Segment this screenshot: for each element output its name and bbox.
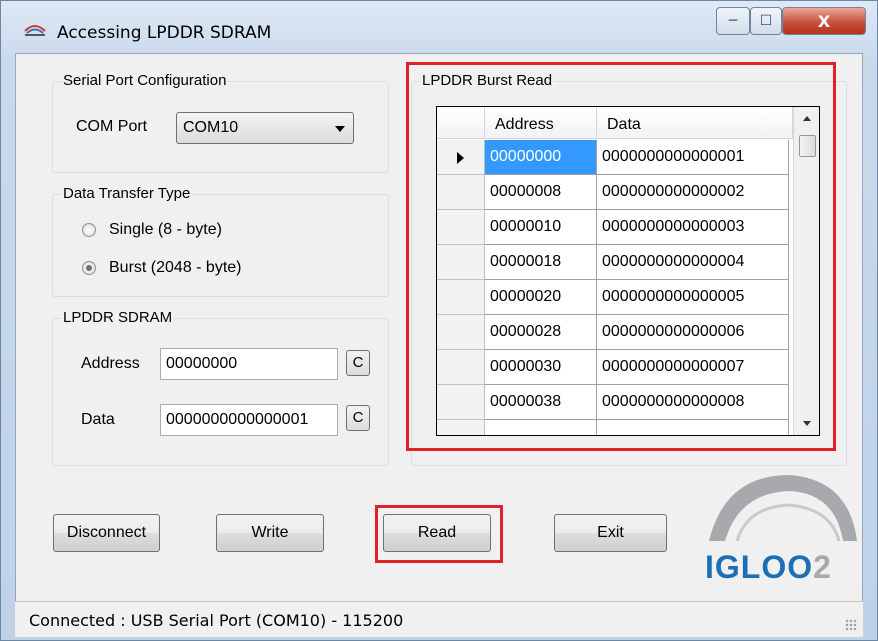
resize-grip-icon[interactable] bbox=[845, 619, 857, 631]
igloo2-logo: IGLOO2 bbox=[701, 471, 859, 591]
burst-radio-label[interactable]: Burst (2048 - byte) bbox=[109, 259, 242, 277]
app-icon bbox=[24, 25, 46, 36]
serial-port-group-label: Serial Port Configuration bbox=[61, 72, 229, 89]
com-port-label: COM Port bbox=[76, 118, 148, 135]
maximize-icon: ☐ bbox=[759, 13, 773, 29]
minimize-button[interactable]: ─ bbox=[716, 7, 750, 35]
status-text: Connected : USB Serial Port (COM10) - 11… bbox=[29, 611, 404, 630]
logo-text-main: IGLOO bbox=[705, 549, 814, 585]
close-icon: X bbox=[817, 11, 831, 31]
clear-address-button[interactable]: C bbox=[346, 350, 370, 376]
com-port-dropdown[interactable]: COM10 bbox=[176, 112, 354, 144]
clear-data-button[interactable]: C bbox=[346, 405, 370, 431]
window-title: Accessing LPDDR SDRAM bbox=[57, 23, 272, 43]
logo-text-suffix: 2 bbox=[813, 549, 832, 585]
close-button[interactable]: X bbox=[782, 7, 866, 35]
maximize-button[interactable]: ☐ bbox=[750, 7, 782, 35]
address-label: Address bbox=[81, 355, 140, 372]
single-radio[interactable] bbox=[82, 223, 96, 237]
app-window: Accessing LPDDR SDRAM ─ ☐ X Serial Port … bbox=[0, 0, 878, 641]
lpddr-sdram-group: LPDDR SDRAM bbox=[52, 309, 389, 466]
address-value: 00000000 bbox=[166, 355, 238, 372]
logo-text: IGLOO2 bbox=[705, 549, 832, 586]
lpddr-sdram-group-label: LPDDR SDRAM bbox=[61, 309, 175, 326]
single-radio-label[interactable]: Single (8 - byte) bbox=[109, 221, 222, 239]
address-field[interactable]: 00000000 bbox=[160, 348, 338, 380]
read-button-highlight bbox=[375, 505, 503, 563]
data-transfer-group: Data Transfer Type bbox=[52, 185, 389, 297]
burst-read-highlight bbox=[406, 62, 836, 451]
title-bar[interactable]: Accessing LPDDR SDRAM ─ ☐ X bbox=[1, 1, 877, 45]
exit-button[interactable]: Exit bbox=[554, 514, 667, 552]
data-transfer-group-label: Data Transfer Type bbox=[61, 185, 193, 202]
burst-radio[interactable] bbox=[82, 261, 96, 275]
data-field[interactable]: 0000000000000001 bbox=[160, 404, 338, 436]
write-button[interactable]: Write bbox=[216, 514, 324, 552]
minimize-icon: ─ bbox=[728, 13, 738, 29]
com-port-value: COM10 bbox=[183, 119, 239, 136]
data-label: Data bbox=[81, 411, 115, 428]
disconnect-button[interactable]: Disconnect bbox=[53, 514, 160, 552]
data-value: 0000000000000001 bbox=[166, 411, 309, 428]
chevron-down-icon bbox=[335, 126, 345, 132]
status-bar: Connected : USB Serial Port (COM10) - 11… bbox=[15, 601, 863, 637]
